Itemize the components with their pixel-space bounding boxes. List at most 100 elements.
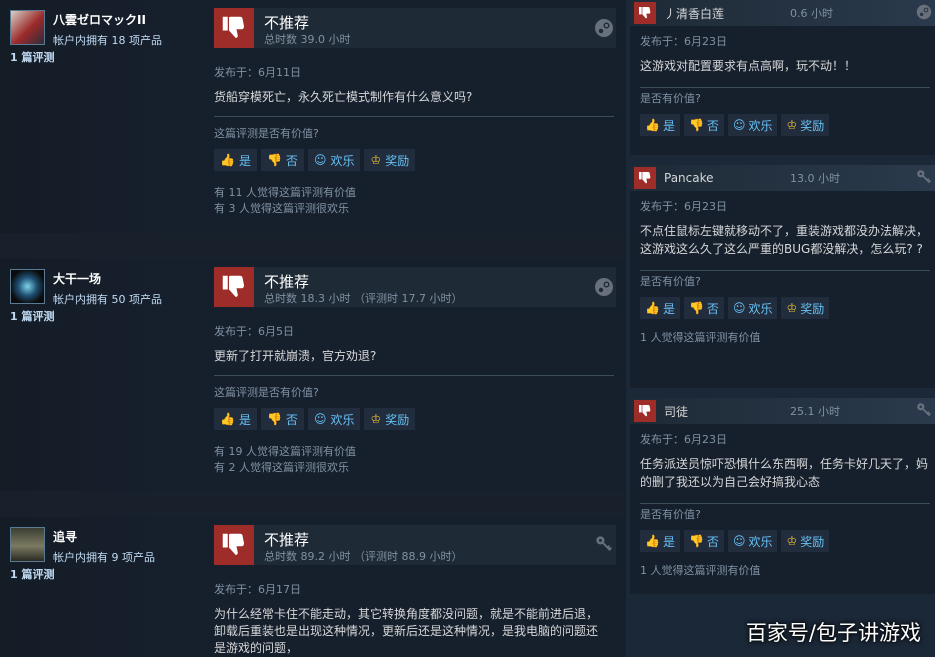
side-review-content: 任务派送员惊吓恐惧什么东西啊，任务卡好几天了，妈的删了我还以为自己会好搞我心态 bbox=[640, 457, 929, 489]
side-hours: 0.6 小时 bbox=[790, 7, 833, 20]
funny-button[interactable]: ☺ 欢乐 bbox=[307, 408, 361, 430]
side-review-header[interactable]: Pancake 13.0 小时 bbox=[630, 165, 935, 191]
separator bbox=[0, 491, 626, 517]
smile-icon: ☺ bbox=[732, 118, 746, 132]
vote-header[interactable]: 不推荐 总时数 39.0 小时 bbox=[214, 8, 616, 48]
smile-icon: ☺ bbox=[313, 412, 327, 426]
hours-played: 总时数 18.3 小时 （评测时 17.7 小时） bbox=[264, 292, 463, 305]
award-label: 奖励 bbox=[800, 118, 825, 133]
avatar[interactable] bbox=[10, 269, 45, 304]
smile-icon: ☺ bbox=[732, 534, 746, 548]
key-icon bbox=[916, 402, 932, 422]
persona-name[interactable]: 追寻 bbox=[53, 528, 155, 545]
no-label: 否 bbox=[285, 153, 298, 168]
side-hours: 13.0 小时 bbox=[790, 172, 840, 185]
review-body: 不推荐 总时数 18.3 小时 （评测时 17.7 小时） 发布于：6月5日 更… bbox=[208, 259, 626, 491]
no-button[interactable]: 👎 否 bbox=[683, 297, 724, 319]
divider bbox=[214, 375, 614, 376]
yes-label: 是 bbox=[238, 153, 251, 168]
side-reviewer-name[interactable]: 司徒 bbox=[664, 403, 790, 420]
side-helpful-question: 是否有价值? bbox=[640, 275, 701, 288]
funny-label: 欢乐 bbox=[330, 412, 355, 427]
side-reviewer-name[interactable]: 丿清香白莲 bbox=[664, 5, 790, 22]
award-icon: ♔ bbox=[370, 153, 382, 167]
helpful-question: 这篇评测是否有价值? bbox=[214, 386, 319, 399]
side-helpful-question: 是否有价值? bbox=[640, 508, 701, 521]
yes-button[interactable]: 👍 是 bbox=[214, 149, 257, 171]
persona-name[interactable]: 八雲ゼロマックII bbox=[53, 11, 162, 28]
award-label: 奖励 bbox=[385, 153, 410, 168]
thumbs-down-icon bbox=[214, 525, 254, 565]
thumbs-up-icon: 👍 bbox=[220, 153, 235, 167]
review-card: 大干一场 帐户内拥有 50 项产品 1 篇评测 不推荐 总时数 18.3 小时 … bbox=[0, 259, 626, 491]
avatar[interactable] bbox=[10, 10, 45, 45]
hours-played: 总时数 39.0 小时 bbox=[264, 33, 351, 46]
side-posted-date: 发布于：6月23日 bbox=[640, 35, 727, 48]
review-content: 更新了打开就崩溃，官方劝退? bbox=[214, 349, 377, 363]
side-review-header[interactable]: 丿清香白莲 0.6 小时 bbox=[630, 0, 935, 26]
posted-date: 发布于：6月11日 bbox=[214, 66, 301, 79]
funny-button[interactable]: ☺ 欢乐 bbox=[307, 149, 361, 171]
steam-icon bbox=[916, 4, 932, 24]
yes-button[interactable]: 👍 是 bbox=[640, 530, 680, 552]
steam-icon bbox=[594, 277, 614, 297]
yes-button[interactable]: 👍 是 bbox=[214, 408, 257, 430]
review-body: 不推荐 总时数 89.2 小时 （评测时 88.9 小时） 发布于：6月17日 … bbox=[208, 517, 626, 657]
review-stats: 有 19 人觉得这篇评测有价值 有 2 人觉得这篇评测很欢乐 bbox=[214, 444, 616, 476]
funny-button[interactable]: ☺ 欢乐 bbox=[727, 114, 778, 136]
award-icon: ♔ bbox=[786, 534, 798, 548]
yes-button[interactable]: 👍 是 bbox=[640, 297, 680, 319]
award-button[interactable]: ♔ 奖励 bbox=[781, 530, 830, 552]
vote-title: 不推荐 bbox=[264, 14, 310, 32]
side-review-content: 不点住鼠标左键就移动不了，重装游戏都没办法解决，这游戏这么久了这么严重的BUG都… bbox=[640, 224, 929, 256]
award-button[interactable]: ♔ 奖励 bbox=[364, 149, 416, 171]
avatar[interactable] bbox=[10, 527, 45, 562]
vote-header[interactable]: 不推荐 总时数 89.2 小时 （评测时 88.9 小时） bbox=[214, 525, 616, 565]
owned-products[interactable]: 帐户内拥有 18 项产品 bbox=[53, 32, 162, 48]
funny-button[interactable]: ☺ 欢乐 bbox=[727, 530, 778, 552]
funny-label: 欢乐 bbox=[748, 301, 773, 316]
award-label: 奖励 bbox=[800, 301, 825, 316]
review-count[interactable]: 1 篇评测 bbox=[10, 308, 208, 324]
award-button[interactable]: ♔ 奖励 bbox=[781, 297, 830, 319]
no-button[interactable]: 👎 否 bbox=[260, 408, 304, 430]
side-review-card: 司徒 25.1 小时 发布于：6月23日 任务派送员惊吓恐惧什么东西啊，任务卡好… bbox=[630, 398, 935, 594]
side-review-stat: 1 人觉得这篇评测有价值 bbox=[640, 564, 761, 577]
side-review-header[interactable]: 司徒 25.1 小时 bbox=[630, 398, 935, 424]
divider bbox=[214, 116, 614, 117]
funny-button[interactable]: ☺ 欢乐 bbox=[727, 297, 778, 319]
yes-button[interactable]: 👍 是 bbox=[640, 114, 680, 136]
no-label: 否 bbox=[706, 118, 719, 133]
no-label: 否 bbox=[285, 412, 298, 427]
stat-helpful: 有 11 人觉得这篇评测有价值 bbox=[214, 186, 356, 199]
review-count[interactable]: 1 篇评测 bbox=[10, 49, 208, 65]
side-posted-date: 发布于：6月23日 bbox=[640, 433, 727, 446]
award-button[interactable]: ♔ 奖励 bbox=[364, 408, 416, 430]
owned-products[interactable]: 帐户内拥有 9 项产品 bbox=[53, 549, 155, 565]
thumbs-down-small-icon: 👎 bbox=[688, 118, 704, 132]
reviews-page: 八雲ゼロマックII 帐户内拥有 18 项产品 1 篇评测 不推荐 总时数 39.… bbox=[0, 0, 935, 657]
vote-title: 不推荐 bbox=[264, 531, 310, 549]
vote-header[interactable]: 不推荐 总时数 18.3 小时 （评测时 17.7 小时） bbox=[214, 267, 616, 307]
funny-label: 欢乐 bbox=[748, 118, 773, 133]
award-button[interactable]: ♔ 奖励 bbox=[781, 114, 830, 136]
side-reviewer-name[interactable]: Pancake bbox=[664, 171, 790, 185]
owned-products[interactable]: 帐户内拥有 50 项产品 bbox=[53, 291, 162, 307]
thumbs-up-icon: 👍 bbox=[645, 118, 660, 132]
review-content: 为什么经常卡住不能走动，其它转换角度都没问题，就是不能前进后退，卸载后重装也是出… bbox=[214, 607, 599, 655]
thumbs-down-small-icon: 👎 bbox=[266, 153, 282, 167]
review-author: 八雲ゼロマックII 帐户内拥有 18 项产品 1 篇评测 bbox=[0, 0, 208, 233]
thumbs-down-icon bbox=[634, 2, 656, 24]
thumbs-up-icon: 👍 bbox=[645, 301, 660, 315]
no-button[interactable]: 👎 否 bbox=[683, 530, 724, 552]
no-button[interactable]: 👎 否 bbox=[683, 114, 724, 136]
review-count[interactable]: 1 篇评测 bbox=[10, 566, 208, 582]
thumbs-up-icon: 👍 bbox=[220, 412, 235, 426]
side-review-content: 这游戏对配置要求有点高啊，玩不动！！ bbox=[640, 59, 857, 73]
helpful-question: 这篇评测是否有价值? bbox=[214, 127, 319, 140]
persona-name[interactable]: 大干一场 bbox=[53, 270, 162, 287]
smile-icon: ☺ bbox=[732, 301, 746, 315]
steam-icon bbox=[594, 18, 614, 38]
recent-reviews-column: 丿清香白莲 0.6 小时 发布于：6月23日 这游戏对配置要求有点高啊，玩不动！… bbox=[630, 0, 935, 657]
no-button[interactable]: 👎 否 bbox=[260, 149, 304, 171]
